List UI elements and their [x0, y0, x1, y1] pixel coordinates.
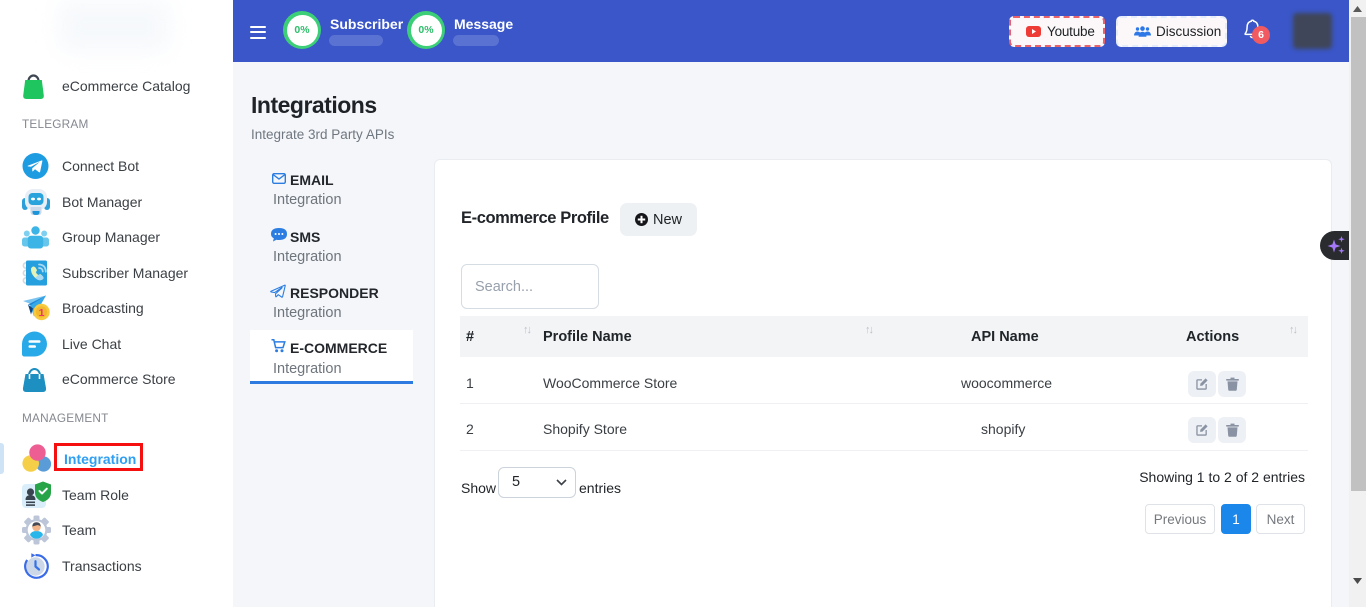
- svg-text:1: 1: [39, 307, 45, 319]
